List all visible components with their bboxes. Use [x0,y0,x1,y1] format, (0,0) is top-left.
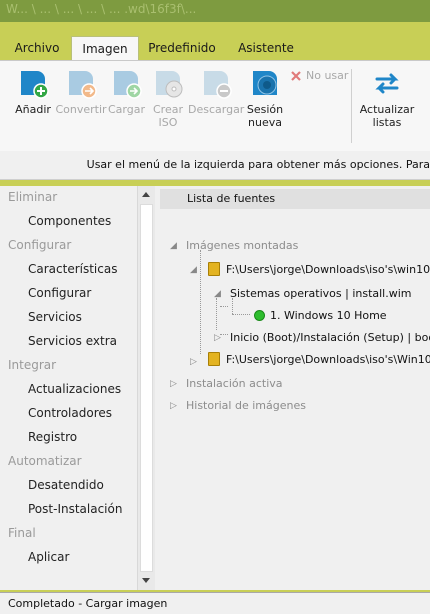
sidebar: Eliminar Componentes Configurar Caracter… [0,186,137,590]
folder-icon [208,262,220,276]
new-session-label-1: Sesión [246,103,284,116]
tree-connector [232,298,233,314]
tree-connector [220,306,228,307]
unload-button[interactable]: Descargar [188,67,244,116]
expand-arrow-icon[interactable]: ▷ [190,357,197,367]
sidebar-item-actualizaciones[interactable]: Actualizaciones [28,382,121,396]
ntlite-window: Archivo Imagen Predefinido Asistente Aña… [0,22,430,614]
no-use-button[interactable]: No usar [290,69,348,82]
tree-node-mounted-images[interactable]: Imágenes montadas [186,239,298,252]
sidebar-item-aplicar[interactable]: Aplicar [28,550,69,564]
sidebar-item-caracteristicas[interactable]: Características [28,262,117,276]
convert-label: Convertir [55,103,107,116]
expand-arrow-icon[interactable]: ▷ [214,333,221,343]
tab-archivo[interactable]: Archivo [8,36,66,60]
tree-connector [232,314,250,315]
window-title: W... \ ... \ ... \ ... \ ... .wd\16f3f\.… [6,2,197,16]
add-button[interactable]: Añadir [12,67,54,116]
source-tree: Lista de fuentes ◢ Imágenes montadas ◢ F… [160,186,430,590]
iso-disc-icon [156,71,183,98]
update-lists-label-2: listas [372,116,402,129]
expand-arrow-icon[interactable]: ▷ [170,401,177,411]
title-bar: W... \ ... \ ... \ ... \ ... .wd\16f3f\.… [0,0,430,22]
tree-node-image-path-2[interactable]: F:\Users\jorge\Downloads\iso's\Win10_... [226,353,430,366]
status-bar: Completado - Cargar imagen [0,592,430,614]
tab-predefinido[interactable]: Predefinido [144,36,220,60]
scrollbar-thumb[interactable] [140,204,153,572]
sidebar-item-servicios[interactable]: Servicios [28,310,82,324]
unload-label: Descargar [188,103,245,116]
tree-node-active-installation[interactable]: Instalación activa [186,377,283,390]
green-status-icon [254,310,265,321]
tree-connector [200,250,201,354]
sidebar-category-eliminar: Eliminar [8,190,58,204]
collapse-arrow-icon[interactable]: ◢ [170,241,177,251]
sidebar-category-final: Final [8,526,36,540]
ribbon-panel: Añadir Convertir Cargar Crear ISO Descar… [0,60,430,160]
tab-asistente[interactable]: Asistente [228,36,304,60]
sidebar-item-configurar[interactable]: Configurar [28,286,91,300]
sidebar-category-automatizar: Automatizar [8,454,82,468]
sidebar-category-integrar: Integrar [8,358,57,372]
convert-button[interactable]: Convertir [55,67,107,116]
status-text: Completado - Cargar imagen [8,597,168,610]
tab-imagen[interactable]: Imagen [71,36,139,61]
close-x-icon [291,70,301,81]
scroll-down-arrow-icon[interactable] [142,578,150,583]
no-use-label: No usar [306,69,349,82]
sidebar-item-controladores[interactable]: Controladores [28,406,112,420]
new-session-button[interactable]: Sesión nueva [246,67,284,129]
load-label: Cargar [108,103,145,116]
tree-node-windows-10-home[interactable]: 1. Windows 10 Home [270,309,387,322]
tree-node-operating-systems[interactable]: Sistemas operativos | install.wim [230,287,412,300]
sidebar-item-componentes[interactable]: Componentes [28,214,111,228]
convert-image-icon [69,71,97,99]
ribbon-tab-bar: Archivo Imagen Predefinido Asistente [0,36,430,61]
create-iso-label-2: ISO [158,116,178,129]
hint-text: Usar el menú de la izquierda para obtene… [86,158,430,171]
tree-node-boot-setup[interactable]: Inicio (Boot)/Instalación (Setup) | boot… [230,331,430,344]
tree-connector [220,334,228,335]
tree-header-label: Lista de fuentes [187,192,276,205]
folder-icon [208,352,220,366]
create-iso-button[interactable]: Crear ISO [150,67,186,129]
ribbon-separator [351,69,352,143]
refresh-arrows-icon [375,73,399,94]
load-image-icon [114,71,142,99]
collapse-arrow-icon[interactable]: ◢ [190,265,197,275]
expand-arrow-icon[interactable]: ▷ [170,379,177,389]
load-button[interactable]: Cargar [108,67,145,116]
update-lists-label-1: Actualizar [359,103,415,116]
main-area: Eliminar Componentes Configurar Caracter… [0,186,430,590]
tree-node-image-path-1[interactable]: F:\Users\jorge\Downloads\iso's\win10 [226,263,430,276]
tree-header: Lista de fuentes [160,189,430,209]
sidebar-item-desatendido[interactable]: Desatendido [28,478,104,492]
sidebar-item-servicios-extra[interactable]: Servicios extra [28,334,117,348]
hint-bar: Usar el menú de la izquierda para obtene… [0,151,430,180]
collapse-arrow-icon[interactable]: ◢ [214,289,221,299]
new-session-label-2: nueva [248,116,282,129]
sidebar-item-registro[interactable]: Registro [28,430,77,444]
scroll-up-arrow-icon[interactable] [142,192,150,197]
update-lists-button[interactable]: Actualizar listas [357,67,417,129]
create-iso-label-1: Crear [153,103,183,116]
add-image-icon [21,71,49,99]
sidebar-scrollbar[interactable] [137,186,155,590]
new-session-icon [253,71,277,95]
sidebar-item-post-instalacion[interactable]: Post-Instalación [28,502,122,516]
sidebar-category-configurar: Configurar [8,238,72,252]
add-label: Añadir [15,103,51,116]
tree-connector [216,298,217,330]
tree-node-image-history[interactable]: Historial de imágenes [186,399,306,412]
unload-image-icon [204,71,232,99]
